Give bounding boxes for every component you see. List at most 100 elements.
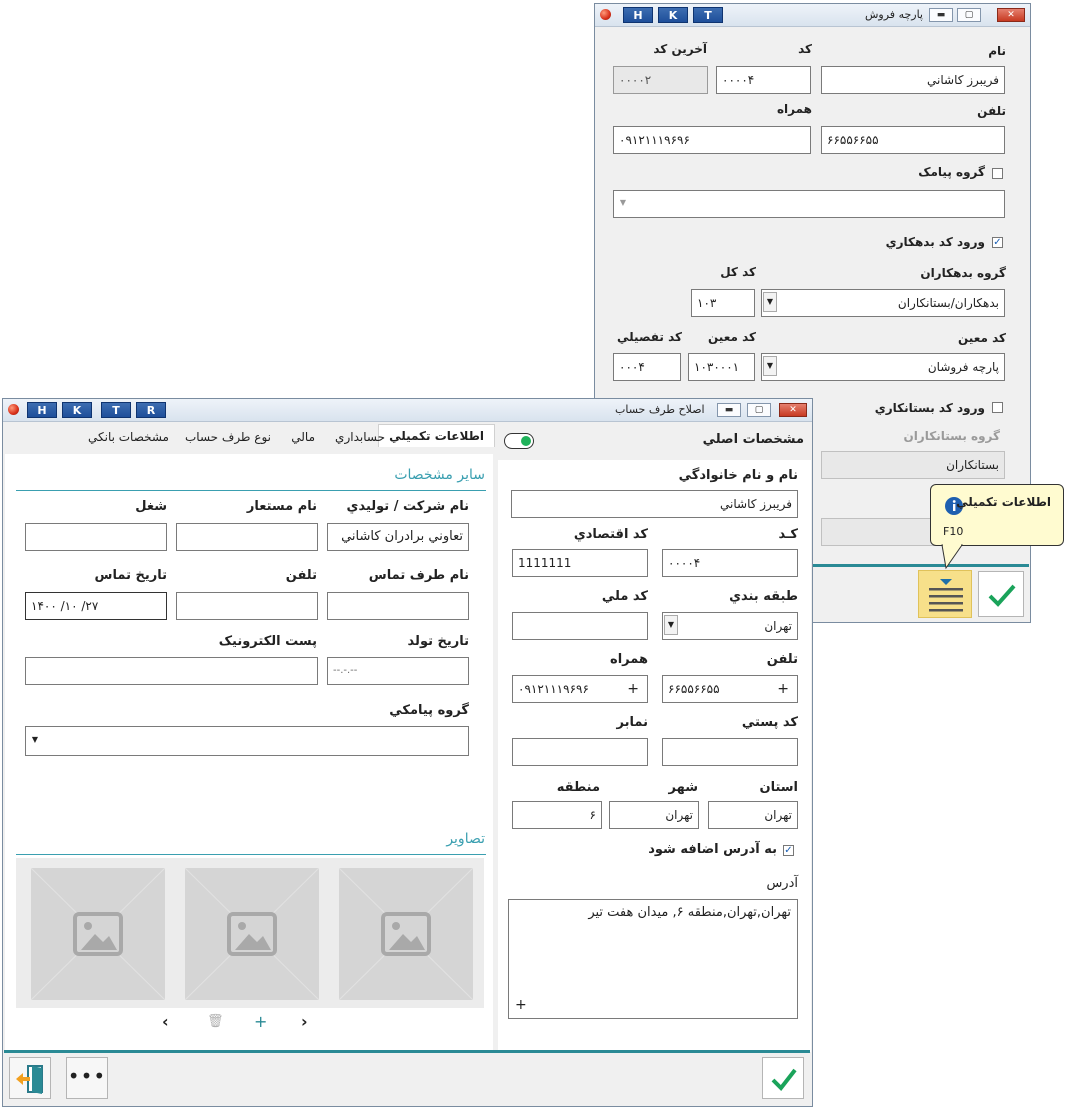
- chevron-down-icon[interactable]: ▼: [616, 194, 630, 214]
- sms-group-select[interactable]: ▼: [25, 726, 469, 756]
- creditor-checkbox[interactable]: [992, 402, 1003, 413]
- code-label: کد: [798, 42, 812, 56]
- alias-field[interactable]: [176, 523, 318, 551]
- close-button[interactable]: ✕: [779, 403, 807, 417]
- debtor-enter-label: ورود کد بدهکاري: [885, 235, 985, 249]
- add-to-address-checkbox[interactable]: ✓: [783, 845, 794, 856]
- trash-icon[interactable]: 🗑: [207, 1014, 224, 1029]
- add-image-icon[interactable]: +: [254, 1012, 267, 1031]
- hk-button-r[interactable]: R: [136, 402, 166, 418]
- sms-group-checkbox[interactable]: [992, 168, 1003, 179]
- job-label: شغل: [135, 499, 167, 514]
- images-title: تصاوير: [446, 831, 485, 847]
- chevron-down-icon[interactable]: ▼: [664, 615, 678, 635]
- chevron-left-icon[interactable]: ‹: [162, 1012, 169, 1031]
- phone-field[interactable]: ۶۶۵۵۶۶۵۵ +: [662, 675, 798, 703]
- exit-button[interactable]: [9, 1057, 51, 1099]
- debtor-group-label: گروه بدهکاران: [920, 266, 1006, 280]
- confirm-button[interactable]: [978, 571, 1024, 617]
- phone-field[interactable]: ۶۶۵۵۶۶۵۵: [821, 126, 1005, 154]
- detail-code-field[interactable]: ۰۰۰۴: [613, 353, 681, 381]
- tab-financial[interactable]: مالي: [291, 430, 315, 444]
- debtor-group-select[interactable]: بدهکاران/بستانکاران: [761, 289, 1005, 317]
- image-placeholder-1[interactable]: [31, 868, 165, 1000]
- tab-accounting[interactable]: حسابداري: [335, 430, 385, 444]
- birth-date-field[interactable]: --.-.--: [327, 657, 469, 685]
- maximize-button[interactable]: ▢: [747, 403, 771, 417]
- left-phone-field[interactable]: [176, 592, 318, 620]
- hk-button-t[interactable]: T: [693, 7, 723, 23]
- chevron-down-icon[interactable]: ▼: [28, 731, 42, 751]
- class-select[interactable]: تهران: [662, 612, 798, 640]
- job-field[interactable]: [25, 523, 167, 551]
- hk-button-h[interactable]: H: [623, 7, 653, 23]
- tooltip: اطلاعات تکميلي F10: [930, 484, 1064, 546]
- minimize-button[interactable]: ▬: [717, 403, 741, 417]
- tab-bank-info[interactable]: مشخصات بانکي: [88, 430, 169, 444]
- city-field[interactable]: تهران: [609, 801, 699, 829]
- chevron-down-icon[interactable]: ▼: [763, 356, 777, 376]
- email-field[interactable]: [25, 657, 318, 685]
- moein-select[interactable]: پارچه فروشان: [761, 353, 1005, 381]
- save-button[interactable]: [762, 1057, 804, 1099]
- add-address-icon[interactable]: +: [515, 996, 527, 1014]
- image-placeholder-3[interactable]: [339, 868, 473, 1000]
- close-button[interactable]: ✕: [997, 8, 1025, 22]
- other-info-title: ساير مشخصات: [394, 467, 485, 483]
- debtor-checkbox[interactable]: ✓: [992, 237, 1003, 248]
- minimize-button[interactable]: ▬: [929, 8, 953, 22]
- images-divider: [16, 854, 486, 855]
- general-code-field[interactable]: ۱۰۳: [691, 289, 755, 317]
- address-value: تهران,تهران,منطقه ۶, ميدان هفت تير: [588, 905, 791, 920]
- phone-label: تلفن: [766, 652, 798, 667]
- tooltip-title: اطلاعات تکميلي: [956, 495, 1051, 509]
- company-field[interactable]: تعاوني برادران کاشاني: [327, 523, 469, 551]
- footer-divider: [4, 1050, 810, 1053]
- window-edit-account: H K T R اصلاح طرف حساب ▬ ▢ ✕ مشخصات اصلي…: [2, 398, 813, 1107]
- main-info-header: مشخصات اصلي: [702, 432, 804, 447]
- toggle-switch[interactable]: [504, 433, 534, 449]
- fullname-field[interactable]: فريبرز کاشاني: [511, 490, 798, 518]
- hk-button-k[interactable]: K: [62, 402, 92, 418]
- code-field[interactable]: ۰۰۰۰۴: [662, 549, 798, 577]
- image-placeholder-2[interactable]: [185, 868, 319, 1000]
- hk-button-h[interactable]: H: [27, 402, 57, 418]
- image-icon: [339, 868, 473, 1000]
- exit-door-icon: [16, 1065, 43, 1094]
- check-icon: [771, 1068, 797, 1092]
- region-field[interactable]: ۶: [512, 801, 602, 829]
- more-info-button[interactable]: [918, 570, 972, 618]
- contact-name-field[interactable]: [327, 592, 469, 620]
- maximize-button[interactable]: ▢: [957, 8, 981, 22]
- app-icon: [8, 404, 19, 415]
- add-mobile-icon[interactable]: +: [627, 676, 639, 702]
- province-label: استان: [759, 780, 798, 795]
- hk-button-k[interactable]: K: [658, 7, 688, 23]
- creditor-group-select: بستانکاران: [821, 451, 1005, 479]
- more-options-button[interactable]: •••: [66, 1057, 108, 1099]
- tab-account-type[interactable]: نوع طرف حساب: [185, 430, 271, 444]
- mobile-field[interactable]: ۰۹۱۲۱۱۱۹۶۹۶: [613, 126, 811, 154]
- moein-code-field[interactable]: ۱۰۳۰۰۰۱: [688, 353, 755, 381]
- add-phone-icon[interactable]: +: [777, 676, 789, 702]
- sms-group-select[interactable]: ▼: [613, 190, 1005, 218]
- code-field[interactable]: ۰۰۰۰۴: [716, 66, 811, 94]
- last-code-field: ۰۰۰۰۲: [613, 66, 708, 94]
- fax-field[interactable]: [512, 738, 648, 766]
- address-field[interactable]: تهران,تهران,منطقه ۶, ميدان هفت تير +: [508, 899, 798, 1019]
- national-code-field[interactable]: [512, 612, 648, 640]
- mobile-field[interactable]: ۰۹۱۲۱۱۱۹۶۹۶ +: [512, 675, 648, 703]
- national-code-label: کد ملي: [601, 589, 648, 604]
- postal-code-field[interactable]: [662, 738, 798, 766]
- name-field[interactable]: فريبرز کاشاني: [821, 66, 1005, 94]
- econ-code-field[interactable]: 1111111: [512, 549, 648, 577]
- tab-extra-info[interactable]: اطلاعات تکميلي: [378, 424, 495, 447]
- chevron-down-icon[interactable]: ▼: [763, 292, 777, 312]
- code-label: کـد: [778, 527, 798, 542]
- hk-button-t[interactable]: T: [101, 402, 131, 418]
- province-field[interactable]: تهران: [708, 801, 798, 829]
- address-label: آدرس: [766, 876, 798, 891]
- contact-date-field[interactable]: ۱۴۰۰ /۱۰ /۲۷: [25, 592, 167, 620]
- sms-group-label: گروه پيامک: [918, 165, 985, 179]
- chevron-right-icon[interactable]: ›: [301, 1012, 308, 1031]
